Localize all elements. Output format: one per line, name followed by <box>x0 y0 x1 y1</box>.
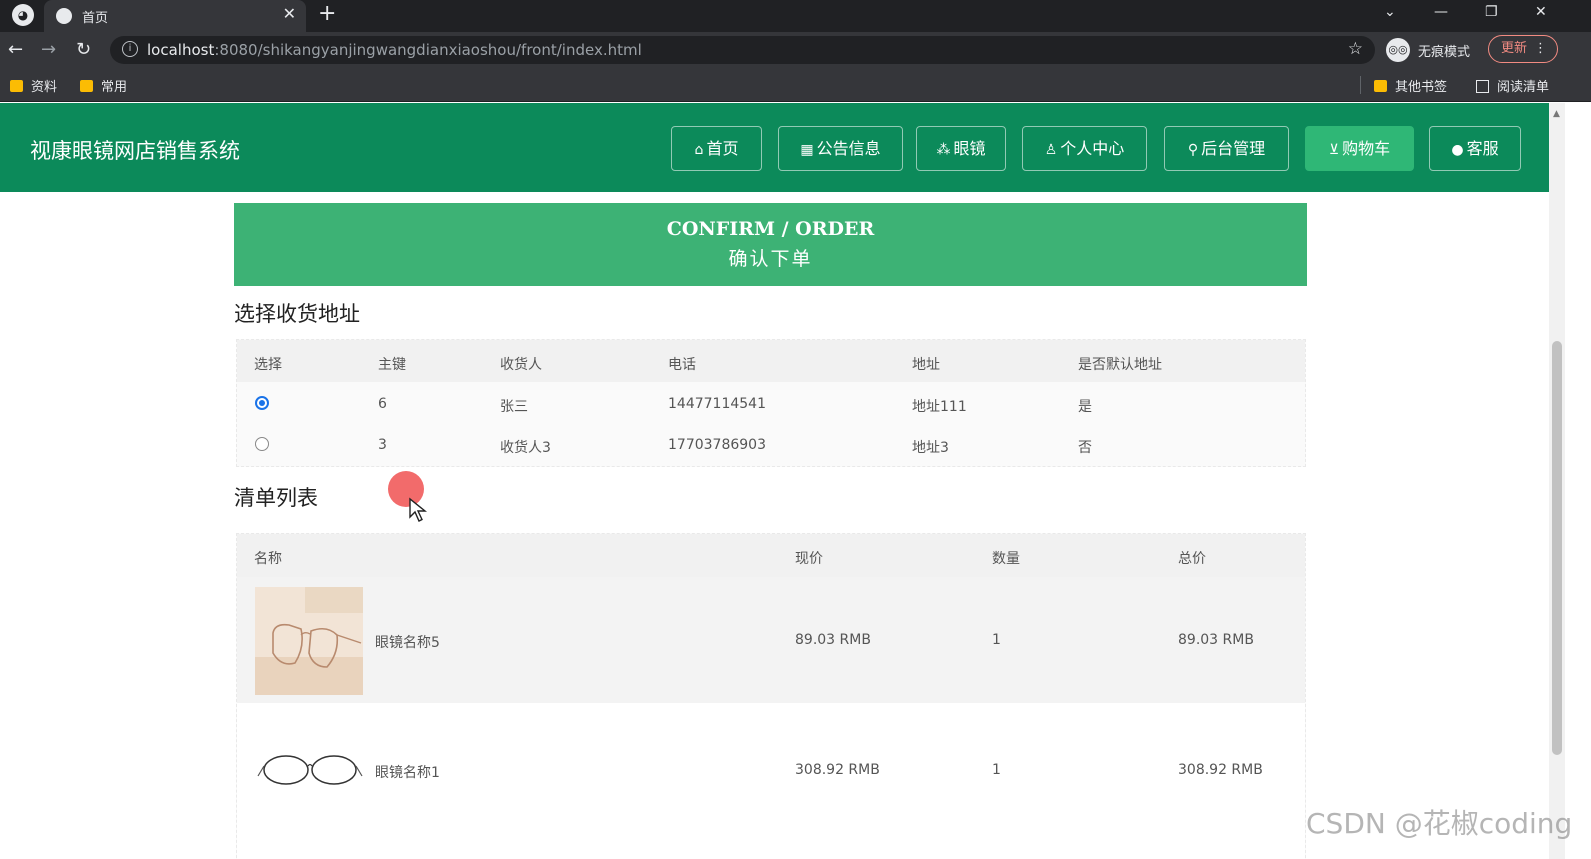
product-qty: 1 <box>992 762 1001 778</box>
grid-icon: ⁂ <box>936 142 951 158</box>
product-total: 89.03 RMB <box>1178 632 1254 648</box>
address-text: 地址3 <box>912 440 949 456</box>
browser-tab[interactable]: 首页 ✕ <box>44 0 306 32</box>
address-id: 3 <box>378 437 387 453</box>
address-id: 6 <box>378 396 387 412</box>
tab-favicon-icon <box>56 8 72 24</box>
col-name: 名称 <box>254 551 282 567</box>
update-button[interactable]: 更新 ⋮ <box>1488 35 1558 63</box>
forward-icon[interactable]: → <box>41 39 56 60</box>
product-qty: 1 <box>992 632 1001 648</box>
col-price: 现价 <box>795 551 823 567</box>
nav-personal-center[interactable]: ♙ 个人中心 <box>1022 126 1147 171</box>
product-name[interactable]: 眼镜名称5 <box>375 632 440 652</box>
incognito-icon: ◎◎ <box>1386 38 1410 62</box>
col-qty: 数量 <box>992 551 1020 567</box>
folder-icon <box>1374 80 1387 92</box>
url-text: localhost:8080/shikangyanjingwangdianxia… <box>147 41 642 59</box>
product-price: 308.92 RMB <box>795 762 880 778</box>
table-row: 眼镜名称5 89.03 RMB 1 89.03 RMB <box>237 577 1305 703</box>
bookmark-folder-changyong[interactable]: 常用 <box>80 76 127 95</box>
order-table-header: 名称 现价 数量 总价 <box>237 534 1305 577</box>
new-tab-icon[interactable]: + <box>318 1 336 26</box>
notice-icon: ▦ <box>800 142 814 158</box>
tab-search-icon[interactable]: ⌄ <box>1384 4 1396 20</box>
nav-admin[interactable]: ⚲ 后台管理 <box>1164 126 1289 171</box>
col-select: 选择 <box>254 357 282 373</box>
nav-home[interactable]: ⌂ 首页 <box>671 126 762 171</box>
back-icon[interactable]: ← <box>8 39 23 60</box>
bookmark-other[interactable]: 其他书签 <box>1374 76 1447 95</box>
address-default: 是 <box>1078 399 1092 415</box>
site-title: 视康眼镜网店销售系统 <box>30 139 240 163</box>
address-receiver: 张三 <box>500 399 528 415</box>
address-text: 地址111 <box>912 399 967 415</box>
close-window-icon[interactable]: ✕ <box>1535 4 1547 20</box>
site-info-icon[interactable]: i <box>122 41 138 57</box>
product-price: 89.03 RMB <box>795 632 871 648</box>
address-section-title: 选择收货地址 <box>234 302 360 326</box>
scrollbar-thumb[interactable] <box>1552 341 1562 755</box>
address-phone: 14477114541 <box>668 396 766 412</box>
user-icon: ♙ <box>1044 142 1058 158</box>
browser-profile-icon[interactable]: ◕ <box>12 4 34 26</box>
address-receiver: 收货人3 <box>500 440 551 456</box>
tab-title: 首页 <box>82 11 109 26</box>
incognito-label: 无痕模式 <box>1418 45 1471 60</box>
menu-dots-icon: ⋮ <box>1534 41 1547 56</box>
product-image-glasses-5[interactable] <box>255 587 363 695</box>
nav-notices[interactable]: ▦ 公告信息 <box>778 126 903 171</box>
order-list-title: 清单列表 <box>234 486 318 510</box>
home-icon: ⌂ <box>694 142 704 158</box>
cart-icon: ⊻ <box>1328 142 1340 158</box>
product-name[interactable]: 眼镜名称1 <box>375 762 440 782</box>
table-row: 眼镜名称1 308.92 RMB 1 308.92 RMB <box>237 703 1305 859</box>
col-total: 总价 <box>1178 551 1206 567</box>
browser-tab-bar: ◕ 首页 ✕ + ⌄ — ❐ ✕ <box>0 0 1591 32</box>
address-default: 否 <box>1078 440 1092 456</box>
mouse-cursor-icon <box>409 497 427 522</box>
bookmark-folder-ziliao[interactable]: 资料 <box>10 76 57 95</box>
address-table-header: 选择 主键 收货人 电话 地址 是否默认地址 <box>237 340 1305 382</box>
reading-list[interactable]: 阅读清单 <box>1476 76 1549 95</box>
col-address: 地址 <box>912 357 940 373</box>
banner-title-en: CONFIRM / ORDER <box>666 218 875 240</box>
tab-close-icon[interactable]: ✕ <box>283 4 296 23</box>
address-radio-6[interactable] <box>255 396 269 410</box>
chat-icon: ● <box>1451 142 1464 158</box>
col-phone: 电话 <box>668 357 696 373</box>
page-scrollbar[interactable]: ▲ <box>1549 103 1565 859</box>
minimize-icon[interactable]: — <box>1434 4 1448 20</box>
confirm-order-banner: CONFIRM / ORDER 确认下单 <box>234 203 1307 286</box>
bookmark-star-icon[interactable]: ☆ <box>1348 39 1363 59</box>
url-input[interactable]: i localhost:8080/shikangyanjingwangdianx… <box>110 36 1375 64</box>
site-header: 视康眼镜网店销售系统 ⌂ 首页 ▦ 公告信息 ⁂ 眼镜 ♙ 个人中心 ⚲ 后台管理 ⊻ 购物… <box>0 103 1549 192</box>
nav-glasses[interactable]: ⁂ 眼镜 <box>916 126 1006 171</box>
address-table: 选择 主键 收货人 电话 地址 是否默认地址 6 张三 14477114541 … <box>236 339 1306 467</box>
order-list-table: 名称 现价 数量 总价 眼镜名称5 89.03 RMB 1 89.03 RMB … <box>236 533 1306 859</box>
scroll-up-icon: ▲ <box>1553 109 1560 119</box>
col-id: 主键 <box>378 357 406 373</box>
address-bar: ← → ↻ i localhost:8080/shikangyanjingwan… <box>0 32 1591 68</box>
reload-icon[interactable]: ↻ <box>76 39 91 60</box>
bookmarks-divider <box>1360 76 1361 94</box>
address-radio-3[interactable] <box>255 437 269 451</box>
watermark-text: CSDN @花椒coding <box>1306 807 1573 840</box>
link-icon: ⚲ <box>1187 142 1199 158</box>
product-image-glasses-1[interactable] <box>257 748 363 792</box>
address-phone: 17703786903 <box>668 437 766 453</box>
nav-cart[interactable]: ⊻ 购物车 <box>1305 126 1414 171</box>
col-default: 是否默认地址 <box>1078 357 1162 373</box>
reading-list-icon <box>1476 80 1489 93</box>
folder-icon <box>10 80 23 92</box>
col-receiver: 收货人 <box>500 357 542 373</box>
banner-title-cn: 确认下单 <box>728 248 813 270</box>
bookmarks-bar: 资料 常用 其他书签 阅读清单 <box>0 68 1591 102</box>
folder-icon <box>80 80 93 92</box>
nav-customer-service[interactable]: ● 客服 <box>1429 126 1521 171</box>
product-total: 308.92 RMB <box>1178 762 1263 778</box>
restore-icon[interactable]: ❐ <box>1485 4 1498 20</box>
